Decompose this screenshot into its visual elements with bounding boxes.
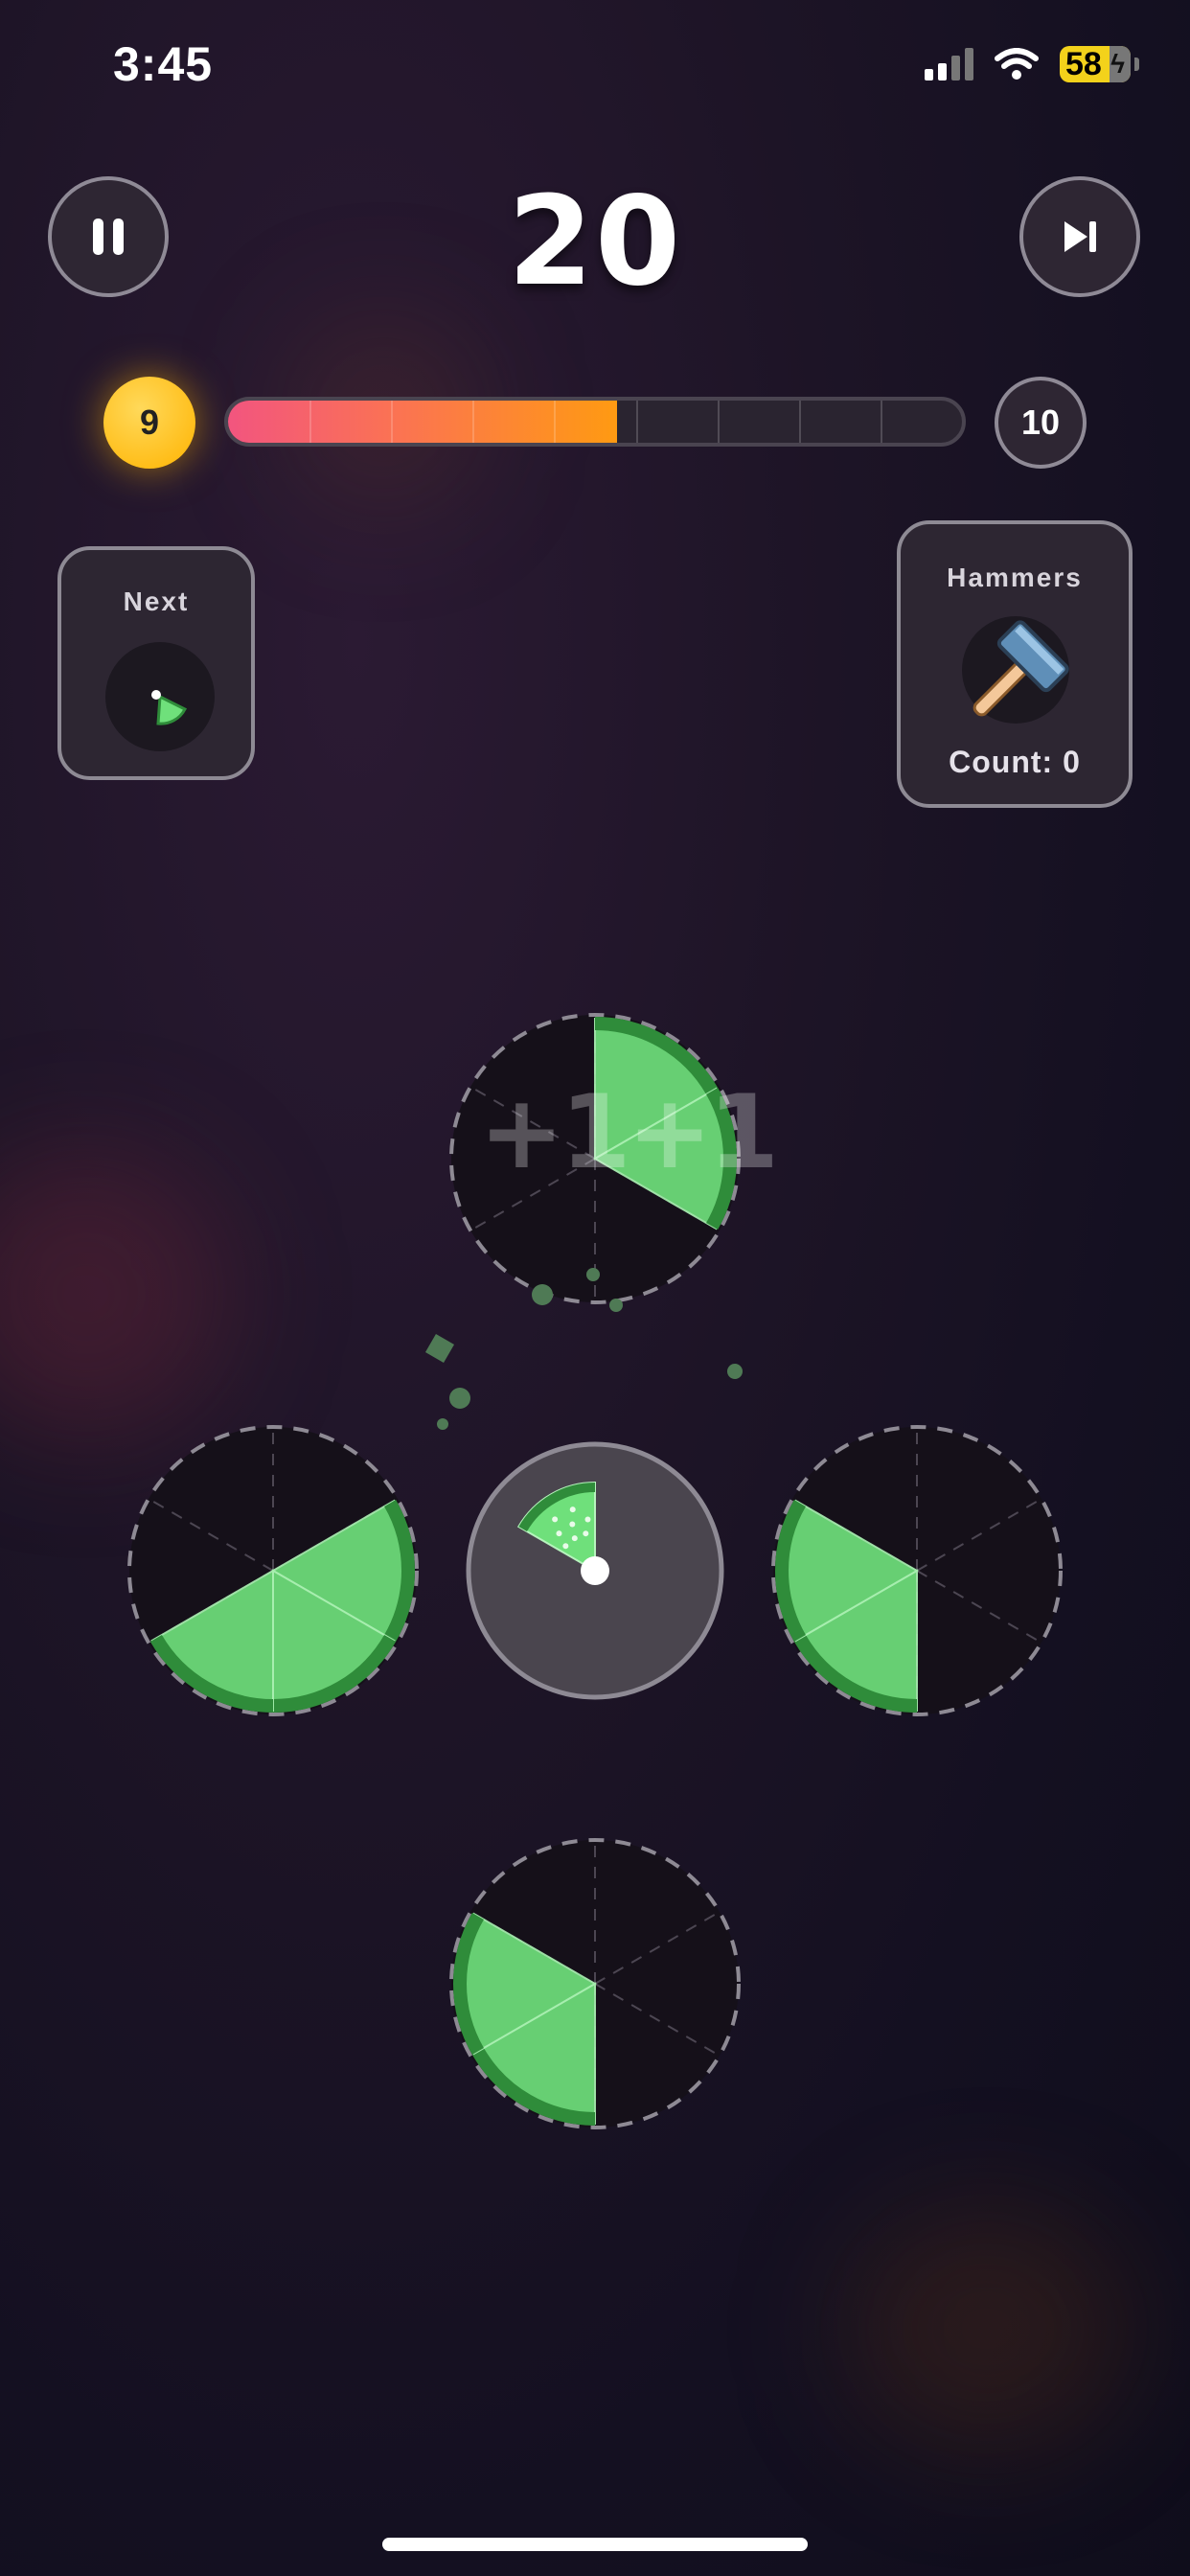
slice-seed xyxy=(569,1521,576,1528)
home-indicator xyxy=(382,2538,808,2551)
slice-seed xyxy=(569,1506,576,1513)
plate-left[interactable] xyxy=(127,1425,419,1716)
plate-right[interactable] xyxy=(771,1425,1063,1716)
plate-bottom[interactable] xyxy=(449,1838,741,2129)
slice-seed xyxy=(583,1530,589,1537)
slice-seed xyxy=(584,1516,591,1523)
slice-seed xyxy=(552,1516,559,1523)
slice-seed xyxy=(562,1543,569,1550)
battery-level: 58 xyxy=(1065,45,1102,82)
score-popup: +1+1 xyxy=(479,1073,779,1191)
slice-seed xyxy=(571,1535,578,1542)
slice-seed xyxy=(556,1530,562,1537)
game-board xyxy=(127,1013,1063,2129)
current-piece[interactable] xyxy=(466,1441,724,1700)
